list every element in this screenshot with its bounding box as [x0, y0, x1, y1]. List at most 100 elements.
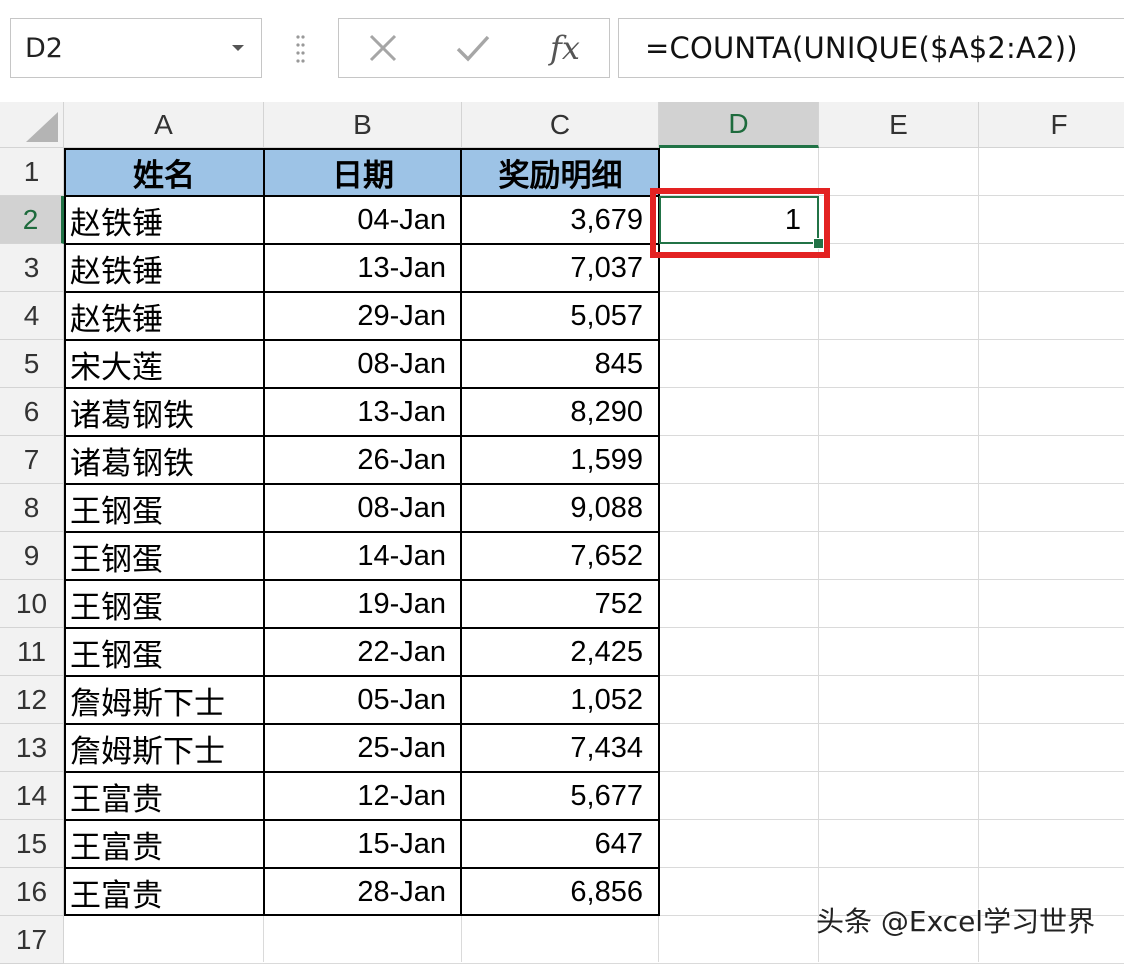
cell-c4[interactable]: 5,057 — [462, 292, 659, 340]
gridline-vertical — [978, 148, 979, 962]
row-header-2[interactable]: 2 — [0, 196, 64, 244]
formula-input[interactable]: =COUNTA(UNIQUE($A$2:A2)) — [618, 18, 1124, 78]
cell-b9[interactable]: 14-Jan — [264, 532, 462, 580]
checkmark-icon — [456, 35, 490, 62]
cell-c5[interactable]: 845 — [462, 340, 659, 388]
row-header-5[interactable]: 5 — [0, 340, 64, 388]
table-border-horizontal — [64, 627, 660, 629]
formula-buttons: fx — [338, 18, 610, 78]
cell-a16[interactable]: 王富贵 — [64, 868, 264, 916]
cell-a15[interactable]: 王富贵 — [64, 820, 264, 868]
active-cell-d2[interactable]: 1 — [659, 196, 819, 244]
cell-c3[interactable]: 7,037 — [462, 244, 659, 292]
row-header-4[interactable]: 4 — [0, 292, 64, 340]
row-header-13[interactable]: 13 — [0, 724, 64, 772]
cell-a2[interactable]: 赵铁锤 — [64, 196, 264, 244]
row-header-15[interactable]: 15 — [0, 820, 64, 868]
cell-a8[interactable]: 王钢蛋 — [64, 484, 264, 532]
table-border-horizontal — [64, 579, 660, 581]
table-border-horizontal — [64, 867, 660, 869]
cell-c1-header[interactable]: 奖励明细 — [462, 148, 659, 196]
chevron-down-icon[interactable] — [229, 39, 247, 57]
cell-c9[interactable]: 7,652 — [462, 532, 659, 580]
cell-a4[interactable]: 赵铁锤 — [64, 292, 264, 340]
column-header-c[interactable]: C — [462, 102, 659, 148]
column-header-b[interactable]: B — [264, 102, 462, 148]
row-header-17[interactable]: 17 — [0, 916, 64, 964]
cell-b11[interactable]: 22-Jan — [264, 628, 462, 676]
table-border-horizontal — [64, 483, 660, 485]
cell-c16[interactable]: 6,856 — [462, 868, 659, 916]
cell-a14[interactable]: 王富贵 — [64, 772, 264, 820]
fill-handle[interactable] — [813, 238, 824, 249]
insert-function-button[interactable]: fx — [525, 19, 605, 77]
cell-a12[interactable]: 詹姆斯下士 — [64, 676, 264, 724]
table-border-horizontal — [64, 675, 660, 677]
row-header-1[interactable]: 1 — [0, 148, 64, 196]
cell-b4[interactable]: 29-Jan — [264, 292, 462, 340]
cell-b16[interactable]: 28-Jan — [264, 868, 462, 916]
cell-b5[interactable]: 08-Jan — [264, 340, 462, 388]
cell-c14[interactable]: 5,677 — [462, 772, 659, 820]
select-all-corner[interactable] — [0, 102, 64, 148]
row-header-16[interactable]: 16 — [0, 868, 64, 916]
cell-a7[interactable]: 诸葛钢铁 — [64, 436, 264, 484]
cell-c2[interactable]: 3,679 — [462, 196, 659, 244]
cell-a10[interactable]: 王钢蛋 — [64, 580, 264, 628]
row-header-9[interactable]: 9 — [0, 532, 64, 580]
table-border-horizontal — [64, 291, 660, 293]
cell-c6[interactable]: 8,290 — [462, 388, 659, 436]
cell-c15[interactable]: 647 — [462, 820, 659, 868]
row-header-6[interactable]: 6 — [0, 388, 64, 436]
cell-a5[interactable]: 宋大莲 — [64, 340, 264, 388]
cell-a3[interactable]: 赵铁锤 — [64, 244, 264, 292]
table-border-horizontal — [64, 435, 660, 437]
cell-b1-header[interactable]: 日期 — [264, 148, 462, 196]
row-header-7[interactable]: 7 — [0, 436, 64, 484]
row-header-10[interactable]: 10 — [0, 580, 64, 628]
cell-b6[interactable]: 13-Jan — [264, 388, 462, 436]
column-header-d[interactable]: D — [659, 102, 819, 148]
cell-d2-value: 1 — [784, 203, 801, 236]
cancel-button[interactable] — [343, 19, 423, 77]
resize-grip-icon[interactable] — [294, 32, 306, 66]
cell-a6[interactable]: 诸葛钢铁 — [64, 388, 264, 436]
cell-b14[interactable]: 12-Jan — [264, 772, 462, 820]
cell-c7[interactable]: 1,599 — [462, 436, 659, 484]
cell-b7[interactable]: 26-Jan — [264, 436, 462, 484]
column-header-a[interactable]: A — [64, 102, 264, 148]
row-header-14[interactable]: 14 — [0, 772, 64, 820]
cell-a11[interactable]: 王钢蛋 — [64, 628, 264, 676]
cell-c13[interactable]: 7,434 — [462, 724, 659, 772]
cell-c11[interactable]: 2,425 — [462, 628, 659, 676]
gridline-vertical — [818, 148, 819, 962]
table-border-horizontal — [64, 387, 660, 389]
cell-a13[interactable]: 詹姆斯下士 — [64, 724, 264, 772]
cell-b10[interactable]: 19-Jan — [264, 580, 462, 628]
cell-b3[interactable]: 13-Jan — [264, 244, 462, 292]
row-header-11[interactable]: 11 — [0, 628, 64, 676]
formula-bar: D2 fx =COUNTA(UNIQUE($A$2:A2)) — [0, 0, 1124, 100]
row-header-8[interactable]: 8 — [0, 484, 64, 532]
table-border-horizontal — [64, 723, 660, 725]
enter-button[interactable] — [433, 19, 513, 77]
cell-a9[interactable]: 王钢蛋 — [64, 532, 264, 580]
table-border-horizontal — [64, 243, 660, 245]
cell-b13[interactable]: 25-Jan — [264, 724, 462, 772]
cell-a1-header[interactable]: 姓名 — [64, 148, 264, 196]
row-header-3[interactable]: 3 — [0, 244, 64, 292]
cell-b12[interactable]: 05-Jan — [264, 676, 462, 724]
cell-c8[interactable]: 9,088 — [462, 484, 659, 532]
cell-b15[interactable]: 15-Jan — [264, 820, 462, 868]
name-box-value: D2 — [25, 33, 63, 64]
cell-b2[interactable]: 04-Jan — [264, 196, 462, 244]
name-box[interactable]: D2 — [10, 18, 262, 78]
cell-c12[interactable]: 1,052 — [462, 676, 659, 724]
close-icon — [369, 34, 397, 62]
row-header-12[interactable]: 12 — [0, 676, 64, 724]
column-header-f[interactable]: F — [979, 102, 1124, 148]
table-border-horizontal — [64, 819, 660, 821]
column-header-e[interactable]: E — [819, 102, 979, 148]
cell-b8[interactable]: 08-Jan — [264, 484, 462, 532]
cell-c10[interactable]: 752 — [462, 580, 659, 628]
